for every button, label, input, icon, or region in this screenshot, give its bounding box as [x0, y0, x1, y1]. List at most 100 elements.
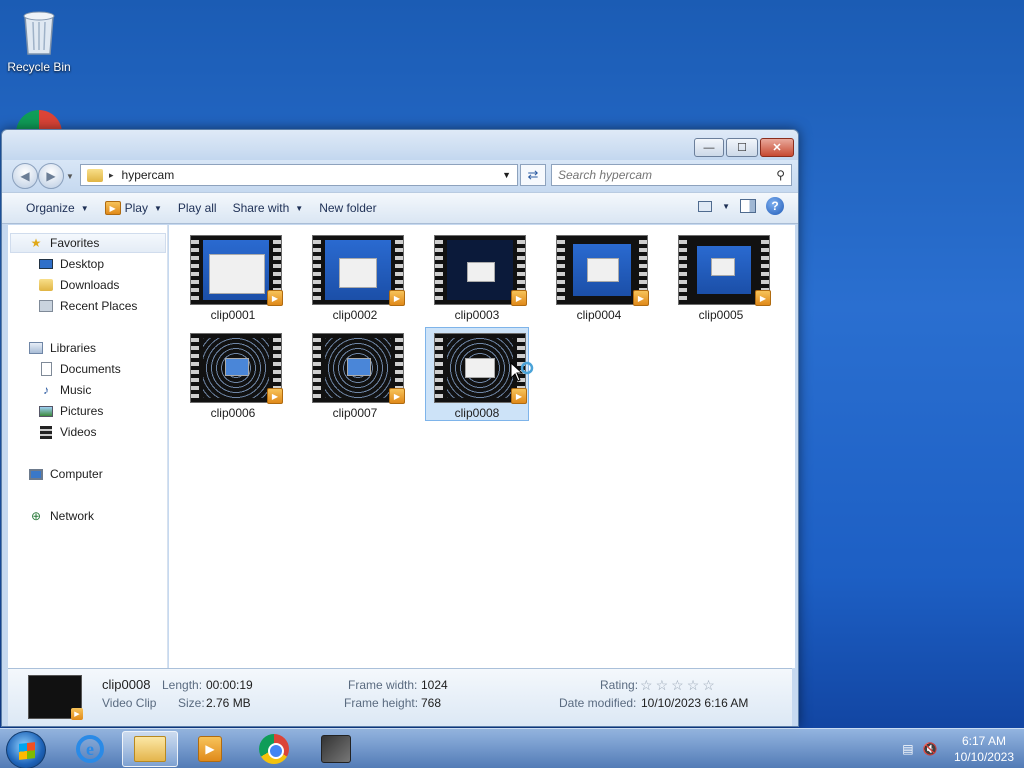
- breadcrumb-hypercam[interactable]: hypercam: [122, 168, 175, 182]
- new-folder-button[interactable]: New folder: [311, 196, 384, 220]
- organize-button[interactable]: Organize ▼: [18, 196, 97, 220]
- file-item-clip0001[interactable]: ▶ clip0001: [181, 229, 285, 323]
- breadcrumb-separator-icon[interactable]: ▸: [109, 170, 114, 181]
- details-thumbnail: ▶: [28, 675, 83, 720]
- nav-libraries[interactable]: Libraries: [28, 339, 96, 357]
- video-play-icon: ▶: [267, 290, 283, 306]
- play-all-button[interactable]: Play all: [170, 196, 225, 220]
- videos-icon: [38, 425, 54, 439]
- view-options-dropdown-icon[interactable]: ▼: [722, 202, 730, 211]
- clock-time: 6:17 AM: [961, 734, 1006, 748]
- recycle-bin-desktop-icon[interactable]: Recycle Bin: [1, 6, 77, 74]
- star-icon[interactable]: ☆: [702, 677, 715, 694]
- computer-icon: [28, 467, 44, 481]
- file-name: clip0005: [698, 308, 744, 322]
- close-button[interactable]: ✕: [760, 138, 794, 157]
- length-label: Length:: [162, 678, 203, 692]
- back-button[interactable]: ◀: [12, 163, 38, 189]
- refresh-icon: ⇄: [527, 167, 539, 182]
- title-bar[interactable]: — ☐ ✕: [2, 130, 798, 160]
- taskbar-chrome[interactable]: [246, 731, 302, 767]
- file-item-clip0005[interactable]: ▶ clip0005: [669, 229, 773, 323]
- file-name: clip0001: [210, 308, 256, 322]
- nav-libraries-label: Libraries: [50, 341, 97, 355]
- minimize-button[interactable]: —: [694, 138, 724, 157]
- nav-downloads-label: Downloads: [60, 278, 120, 292]
- file-item-clip0006[interactable]: ▶ clip0006: [181, 327, 285, 421]
- star-icon[interactable]: ☆: [687, 677, 700, 694]
- video-play-icon: ▶: [511, 290, 527, 306]
- explorer-window: — ☐ ✕ ◀ ▶ ▼ ▸ hypercam ▼ ⇄ ⚲ Organize ▼ …: [1, 129, 799, 727]
- change-view-icon[interactable]: [698, 200, 713, 212]
- play-button[interactable]: ▶ Play ▼: [97, 196, 170, 220]
- address-history-dropdown-icon[interactable]: ▼: [502, 170, 511, 180]
- video-play-icon: ▶: [389, 290, 405, 306]
- recycle-bin-icon: [23, 11, 55, 55]
- clock[interactable]: 6:17 AM 10/10/2023: [954, 733, 1014, 765]
- recent-pages-dropdown[interactable]: ▼: [66, 172, 74, 181]
- file-item-clip0004[interactable]: ▶ clip0004: [547, 229, 651, 323]
- nav-pictures-label: Pictures: [60, 404, 104, 418]
- video-thumbnail: ▶: [678, 235, 771, 306]
- address-bar[interactable]: ▸ hypercam ▼: [80, 164, 518, 186]
- star-icon[interactable]: ☆: [671, 677, 684, 694]
- taskbar-media-player[interactable]: ▶: [182, 731, 238, 767]
- taskbar-internet-explorer[interactable]: e: [62, 731, 118, 767]
- video-thumbnail: ▶: [312, 235, 405, 306]
- chevron-down-icon: ▼: [295, 203, 304, 213]
- nav-desktop-label: Desktop: [60, 257, 105, 271]
- file-list: ▶ clip0001 ▶ clip0002 ▶ clip0003 ▶ clip0…: [169, 225, 795, 668]
- star-icon: ★: [30, 236, 42, 250]
- nav-favorites[interactable]: ★ Favorites: [28, 234, 100, 252]
- preview-pane-icon[interactable]: [740, 199, 756, 213]
- share-with-label: Share with: [232, 201, 290, 215]
- nav-recent-places[interactable]: Recent Places: [38, 297, 137, 315]
- music-icon: ♪: [43, 383, 49, 397]
- search-input[interactable]: [558, 168, 770, 182]
- file-item-clip0003[interactable]: ▶ clip0003: [425, 229, 529, 323]
- folder-icon: [134, 736, 166, 762]
- nav-desktop[interactable]: Desktop: [38, 255, 104, 273]
- desktop-icon: [38, 257, 54, 271]
- media-player-icon: ▶: [198, 736, 222, 762]
- star-icon[interactable]: ☆: [656, 677, 669, 694]
- network-tray-icon[interactable]: ▤: [900, 741, 916, 757]
- nav-music[interactable]: ♪ Music: [38, 381, 91, 399]
- network-icon: ⊕: [30, 509, 42, 523]
- nav-recent-places-label: Recent Places: [60, 299, 138, 313]
- share-with-button[interactable]: Share with ▼: [225, 196, 312, 220]
- start-button[interactable]: [6, 731, 46, 768]
- taskbar-windows-explorer[interactable]: [122, 731, 178, 767]
- command-bar: Organize ▼ ▶ Play ▼ Play all Share with …: [2, 192, 798, 224]
- nav-network[interactable]: ⊕ Network: [28, 507, 94, 525]
- file-item-clip0007[interactable]: ▶ clip0007: [303, 327, 407, 421]
- frame-width-value: 1024: [421, 678, 448, 692]
- star-icon[interactable]: ☆: [640, 677, 653, 694]
- rating-stars[interactable]: ☆ ☆ ☆ ☆ ☆: [640, 677, 715, 694]
- length-value: 00:00:19: [206, 678, 253, 692]
- nav-documents[interactable]: Documents: [38, 360, 121, 378]
- nav-downloads[interactable]: Downloads: [38, 276, 119, 294]
- video-thumbnail: ▶: [556, 235, 649, 306]
- taskbar-hypercam[interactable]: [308, 731, 364, 767]
- play-icon: ▶: [104, 201, 121, 215]
- search-icon[interactable]: ⚲: [776, 168, 785, 182]
- forward-button[interactable]: ▶: [38, 163, 64, 189]
- documents-icon: [38, 362, 54, 376]
- help-icon[interactable]: ?: [766, 197, 784, 215]
- file-name: clip0003: [454, 308, 500, 322]
- file-item-clip0002[interactable]: ▶ clip0002: [303, 229, 407, 323]
- back-arrow-icon: ◀: [20, 169, 30, 183]
- nav-pictures[interactable]: Pictures: [38, 402, 103, 420]
- refresh-button[interactable]: ⇄: [520, 164, 546, 186]
- volume-muted-icon[interactable]: 🔇: [922, 741, 938, 757]
- nav-computer[interactable]: Computer: [28, 465, 103, 483]
- maximize-button[interactable]: ☐: [726, 138, 758, 157]
- clock-date: 10/10/2023: [953, 750, 1014, 764]
- folder-icon: [87, 168, 103, 182]
- search-box[interactable]: ⚲: [551, 164, 792, 186]
- nav-videos[interactable]: Videos: [38, 423, 96, 441]
- frame-height-label: Frame height:: [344, 696, 419, 710]
- file-name: clip0006: [210, 406, 256, 420]
- details-file-type: Video Clip: [102, 696, 157, 710]
